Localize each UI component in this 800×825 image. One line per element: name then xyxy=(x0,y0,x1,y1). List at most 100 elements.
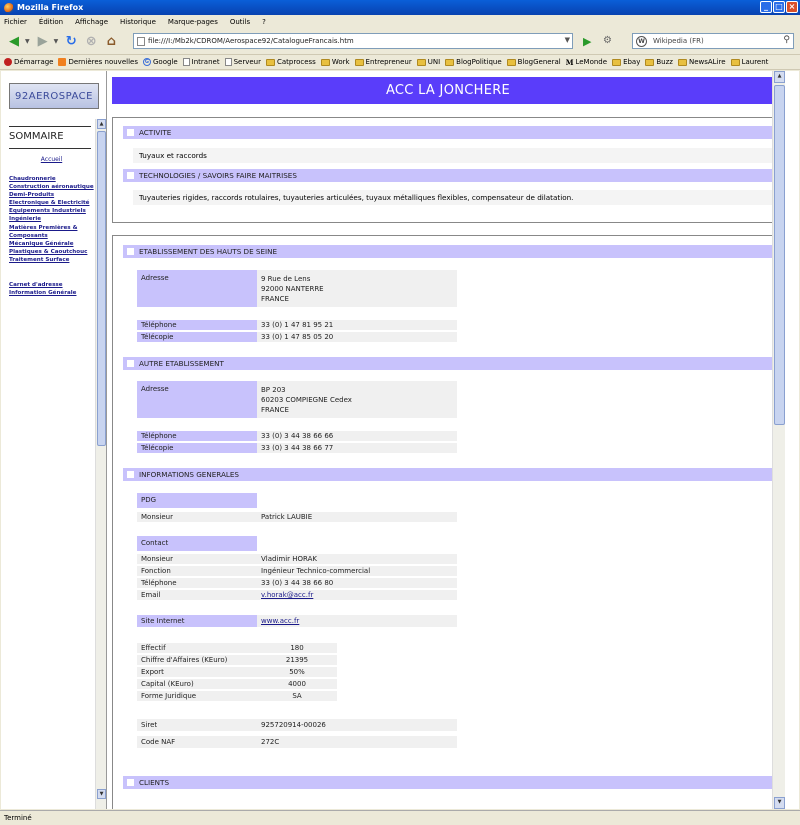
nav-equipements-industriels[interactable]: Equipements Industriels xyxy=(9,207,94,215)
bookmark-lemonde[interactable]: M LeMonde xyxy=(566,58,607,67)
reload-icon[interactable]: ↻ xyxy=(62,33,80,51)
bookmark-blogpolitique[interactable]: BlogPolitique xyxy=(445,58,502,66)
value-siret: 925720914-00026 xyxy=(257,719,457,731)
nav-carnet-adresse[interactable]: Carnet d'adresse xyxy=(9,281,94,289)
content-viewport: 92AEROSPACE SOMMAIRE Accueil Chaudronner… xyxy=(1,71,799,809)
folder-icon xyxy=(612,58,622,66)
value-effectif: 180 xyxy=(257,643,337,653)
bookmark-laurent[interactable]: Laurent xyxy=(730,58,768,66)
minimize-button[interactable]: _ xyxy=(760,1,772,13)
close-button[interactable]: × xyxy=(786,1,798,13)
email-link[interactable]: v.horak@acc.fr xyxy=(261,591,313,599)
maximize-button[interactable]: □ xyxy=(773,1,785,13)
bookmark-dernieres-nouvelles[interactable]: Dernières nouvelles xyxy=(58,58,138,66)
stop-icon[interactable]: ⊗ xyxy=(82,33,100,51)
url-bar[interactable]: file:///I:/Mb2k/CDROM/Aerospace92/Catalo… xyxy=(133,33,573,49)
nav-ingenierie[interactable]: Ingénierie xyxy=(9,215,94,223)
bookmark-demarrage[interactable]: Démarrage xyxy=(4,58,53,66)
value-telephone: 33 (0) 1 47 81 95 21 xyxy=(257,320,457,330)
page-icon xyxy=(224,58,232,66)
status-text: Terminé xyxy=(4,814,32,822)
left-scrollbar[interactable]: ▲ ▼ xyxy=(95,119,106,809)
lemonde-icon: M xyxy=(565,57,574,67)
label-telecopie: Télécopie xyxy=(137,332,257,342)
folder-icon xyxy=(645,58,655,66)
folder-icon xyxy=(320,58,330,66)
gear-icon[interactable]: ⚙ xyxy=(603,35,612,46)
folder-icon xyxy=(416,58,426,66)
bookmark-google[interactable]: G Google xyxy=(142,58,178,66)
section-activite: ACTIVITE xyxy=(123,126,775,139)
value-site-internet: www.acc.fr xyxy=(257,615,457,627)
search-icon[interactable]: ⚲ xyxy=(783,35,790,45)
bookmark-buzz[interactable]: Buzz xyxy=(645,58,673,66)
pdg-name: Patrick LAUBIE xyxy=(257,512,457,522)
label-forme-juridique: Forme Juridique xyxy=(137,691,257,701)
value-contact-telephone: 33 (0) 3 44 38 66 80 xyxy=(257,578,457,588)
left-scroll-thumb[interactable] xyxy=(97,131,106,446)
main-scrollbar[interactable]: ▲ ▼ xyxy=(772,71,785,809)
contact-name: Vladimir HORAK xyxy=(257,554,457,564)
scroll-up-icon[interactable]: ▲ xyxy=(774,71,785,83)
page-icon xyxy=(137,37,145,46)
bookmark-ebay[interactable]: Ebay xyxy=(612,58,640,66)
back-icon[interactable]: ◀ xyxy=(5,33,23,51)
bookmark-work[interactable]: Work xyxy=(320,58,350,66)
folder-icon xyxy=(730,58,740,66)
label-telephone: Téléphone xyxy=(137,320,257,330)
nav-traitement-surface[interactable]: Traitement Surface xyxy=(9,256,94,264)
search-input[interactable]: W Wikipedia (FR) ⚲ xyxy=(632,33,794,49)
forward-dropdown-icon[interactable]: ▼ xyxy=(54,38,59,45)
folder-icon xyxy=(354,58,364,66)
menu-help[interactable]: ? xyxy=(262,18,266,26)
value-chiffre-affaires: 21395 xyxy=(257,655,337,665)
contact-civility: Monsieur xyxy=(137,554,257,564)
label-telephone-2: Téléphone xyxy=(137,431,257,441)
site-link[interactable]: www.acc.fr xyxy=(261,617,299,625)
url-dropdown-icon[interactable]: ▼ xyxy=(565,36,570,44)
nav-demi-produits[interactable]: Demi-Produits xyxy=(9,191,94,199)
menu-marque-pages[interactable]: Marque-pages xyxy=(168,18,218,26)
menu-affichage[interactable]: Affichage xyxy=(75,18,108,26)
wikipedia-icon[interactable]: W xyxy=(636,36,647,47)
nav-plastiques-caoutchouc[interactable]: Plastiques & Caoutchouc xyxy=(9,248,94,256)
menu-outils[interactable]: Outils xyxy=(230,18,250,26)
nav-mecanique-generale[interactable]: Mécanique Générale xyxy=(9,240,94,248)
url-text: file:///I:/Mb2k/CDROM/Aerospace92/Catalo… xyxy=(148,37,354,45)
scroll-down-icon[interactable]: ▼ xyxy=(97,789,106,799)
menu-fichier[interactable]: Fichier xyxy=(4,18,27,26)
bookmark-catprocess[interactable]: Catprocess xyxy=(265,58,316,66)
label-adresse: Adresse xyxy=(137,270,257,307)
nav-construction-aeronautique[interactable]: Construction aéronautique xyxy=(9,183,94,191)
nav-electronique[interactable]: Electronique & Electricité xyxy=(9,199,94,207)
back-dropdown-icon[interactable]: ▼ xyxy=(25,38,30,45)
bookmark-uni[interactable]: UNI xyxy=(416,58,440,66)
go-icon[interactable]: ▶ xyxy=(583,35,591,48)
left-navigation: Accueil Chaudronnerie Construction aéron… xyxy=(9,146,94,297)
main-scroll-thumb[interactable] xyxy=(774,85,785,425)
nav-accueil[interactable]: Accueil xyxy=(9,156,94,163)
menu-edition[interactable]: Édition xyxy=(39,18,63,26)
bookmark-serveur[interactable]: Serveur xyxy=(224,58,261,66)
bookmark-newsalire[interactable]: NewsALire xyxy=(677,58,726,66)
nav-matieres-premieres[interactable]: Matières Premières & Composants xyxy=(9,224,94,240)
folder-icon xyxy=(677,58,687,66)
scroll-down-icon[interactable]: ▼ xyxy=(774,797,785,809)
navigation-toolbar: ◀ ▼ ▶ ▼ ↻ ⊗ ⌂ file:///I:/Mb2k/CDROM/Aero… xyxy=(0,29,800,55)
forward-icon[interactable]: ▶ xyxy=(34,33,52,51)
label-siret: Siret xyxy=(137,719,257,731)
nav-information-generale[interactable]: Information Générale xyxy=(9,289,94,297)
label-pdg: PDG xyxy=(137,493,257,508)
home-icon[interactable]: ⌂ xyxy=(102,33,120,51)
bookmark-bloggeneral[interactable]: BlogGeneral xyxy=(506,58,561,66)
divider xyxy=(9,126,91,127)
bookmark-intranet[interactable]: Intranet xyxy=(182,58,220,66)
label-effectif: Effectif xyxy=(137,643,257,653)
scroll-up-icon[interactable]: ▲ xyxy=(97,119,106,129)
page-icon xyxy=(182,58,190,66)
menu-historique[interactable]: Historique xyxy=(120,18,156,26)
activite-text: Tuyaux et raccords xyxy=(133,148,775,163)
bookmark-entrepreneur[interactable]: Entrepreneur xyxy=(354,58,412,66)
nav-chaudronnerie[interactable]: Chaudronnerie xyxy=(9,175,94,183)
